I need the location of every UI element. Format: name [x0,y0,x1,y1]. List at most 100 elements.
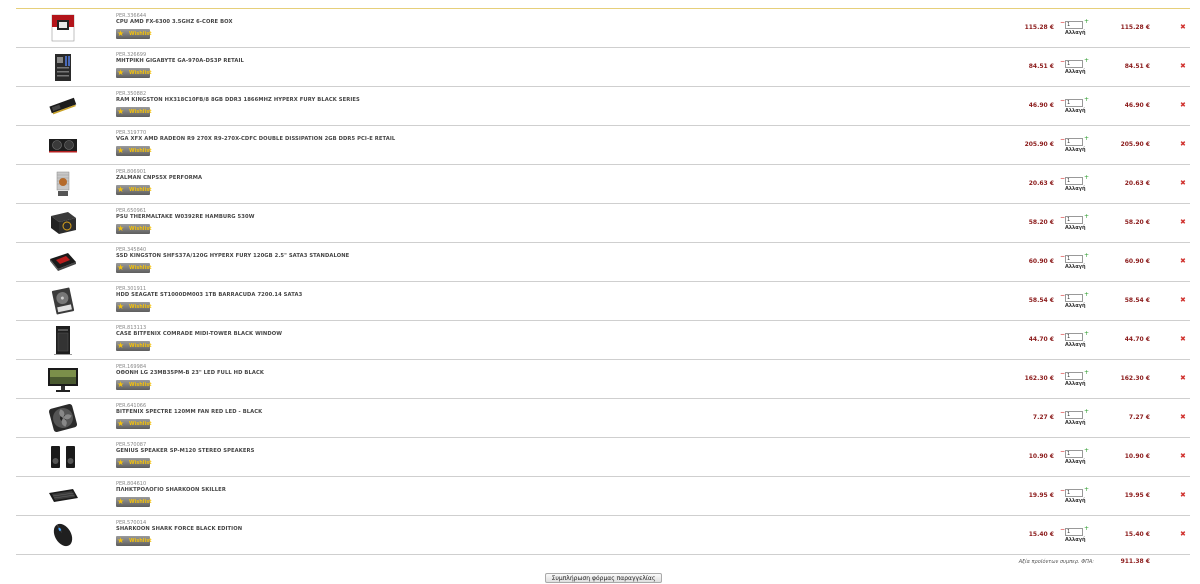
remove-item-icon[interactable]: ✖ [1180,257,1186,265]
increase-quantity-button[interactable]: + [1084,487,1089,493]
quantity-input[interactable]: 1 [1065,216,1083,224]
increase-quantity-button[interactable]: + [1084,409,1089,415]
change-quantity-link[interactable]: Αλλαγή [1065,30,1086,36]
remove-item-icon[interactable]: ✖ [1180,23,1186,31]
quantity-input[interactable]: 1 [1065,450,1083,458]
remove-item-icon[interactable]: ✖ [1180,101,1186,109]
product-name-link[interactable]: ΜΗΤΡΙΚΗ GIGABYTE GA-970A-DS3P RETAIL [116,58,244,64]
wishlist-button[interactable]: ★ Wishlist [116,341,152,351]
change-quantity-link[interactable]: Αλλαγή [1065,147,1086,153]
quantity-input[interactable]: 1 [1065,99,1083,107]
quantity-input[interactable]: 1 [1065,255,1083,263]
change-quantity-link[interactable]: Αλλαγή [1065,108,1086,114]
wishlist-button[interactable]: ★ Wishlist [116,302,152,312]
ssd-icon[interactable] [46,246,80,277]
product-name-link[interactable]: PSU THERMALTAKE W0392RE HAMBURG 530W [116,214,255,220]
wishlist-button[interactable]: ★ Wishlist [116,185,152,195]
wishlist-button[interactable]: ★ Wishlist [116,419,152,429]
quantity-input[interactable]: 1 [1065,333,1083,341]
cpu-cooler-icon[interactable] [46,168,80,199]
graphics-card-icon[interactable] [46,129,80,160]
quantity-input[interactable]: 1 [1065,21,1083,29]
remove-item-icon[interactable]: ✖ [1180,335,1186,343]
remove-item-icon[interactable]: ✖ [1180,374,1186,382]
increase-quantity-button[interactable]: + [1084,97,1089,103]
wishlist-button[interactable]: ★ Wishlist [116,458,152,468]
product-name-link[interactable]: VGA XFX AMD RADEON R9 270X R9-270X-CDFC … [116,136,395,142]
power-supply-icon[interactable] [46,207,80,238]
product-name-link[interactable]: GENIUS SPEAKER SP-M120 STEREO SPEAKERS [116,448,254,454]
remove-item-icon[interactable]: ✖ [1180,62,1186,70]
wishlist-button[interactable]: ★ Wishlist [116,146,152,156]
monitor-icon[interactable] [46,363,80,394]
change-quantity-link[interactable]: Αλλαγή [1065,498,1086,504]
change-quantity-link[interactable]: Αλλαγή [1065,225,1086,231]
keyboard-icon[interactable] [46,480,80,511]
change-quantity-link[interactable]: Αλλαγή [1065,420,1086,426]
star-icon: ★ [117,263,125,272]
product-name-link[interactable]: HDD SEAGATE ST1000DM003 1TB BARRACUDA 72… [116,292,302,298]
product-name-link[interactable]: SSD KINGSTON SHFS37A/120G HYPERX FURY 12… [116,253,349,259]
quantity-input[interactable]: 1 [1065,528,1083,536]
quantity-input[interactable]: 1 [1065,138,1083,146]
change-quantity-link[interactable]: Αλλαγή [1065,381,1086,387]
change-quantity-link[interactable]: Αλλαγή [1065,303,1086,309]
pc-case-icon[interactable] [46,324,80,355]
remove-item-icon[interactable]: ✖ [1180,413,1186,421]
remove-item-icon[interactable]: ✖ [1180,452,1186,460]
increase-quantity-button[interactable]: + [1084,58,1089,64]
remove-item-icon[interactable]: ✖ [1180,491,1186,499]
change-quantity-link[interactable]: Αλλαγή [1065,537,1086,543]
product-name-link[interactable]: ΠΛΗΚΤΡΟΛΟΓΙΟ SHARKOON SKILLER [116,487,226,493]
change-quantity-link[interactable]: Αλλαγή [1065,186,1086,192]
change-quantity-link[interactable]: Αλλαγή [1065,264,1086,270]
change-quantity-link[interactable]: Αλλαγή [1065,459,1086,465]
product-name-link[interactable]: RAM KINGSTON HX318C10FB/8 8GB DDR3 1866M… [116,97,360,103]
product-name-link[interactable]: BITFENIX SPECTRE 120MM FAN RED LED - BLA… [116,409,262,415]
ram-stick-icon[interactable] [46,90,80,121]
increase-quantity-button[interactable]: + [1084,448,1089,454]
increase-quantity-button[interactable]: + [1084,331,1089,337]
increase-quantity-button[interactable]: + [1084,253,1089,259]
wishlist-button[interactable]: ★ Wishlist [116,497,152,507]
wishlist-button[interactable]: ★ Wishlist [116,380,152,390]
quantity-input[interactable]: 1 [1065,60,1083,68]
product-name-link[interactable]: SHARKOON SHARK FORCE BLACK EDITION [116,526,242,532]
wishlist-button[interactable]: ★ Wishlist [116,224,152,234]
change-quantity-link[interactable]: Αλλαγή [1065,69,1086,75]
wishlist-button[interactable]: ★ Wishlist [116,29,152,39]
quantity-input[interactable]: 1 [1065,411,1083,419]
product-name-link[interactable]: CPU AMD FX-6300 3.5GHZ 6-CORE BOX [116,19,233,25]
increase-quantity-button[interactable]: + [1084,214,1089,220]
increase-quantity-button[interactable]: + [1084,19,1089,25]
motherboard-icon[interactable] [46,51,80,82]
increase-quantity-button[interactable]: + [1084,175,1089,181]
wishlist-button[interactable]: ★ Wishlist [116,107,152,117]
speakers-icon[interactable] [46,441,80,472]
cpu-box-icon[interactable] [46,12,80,43]
quantity-input[interactable]: 1 [1065,294,1083,302]
case-fan-icon[interactable] [46,402,80,433]
quantity-input[interactable]: 1 [1065,177,1083,185]
mouse-icon[interactable] [46,519,80,550]
remove-item-icon[interactable]: ✖ [1180,179,1186,187]
wishlist-button[interactable]: ★ Wishlist [116,263,152,273]
product-name-link[interactable]: ZALMAN CNPS5X PERFORMA [116,175,202,181]
remove-item-icon[interactable]: ✖ [1180,296,1186,304]
increase-quantity-button[interactable]: + [1084,370,1089,376]
hard-drive-icon[interactable] [46,285,80,316]
remove-item-icon[interactable]: ✖ [1180,530,1186,538]
product-name-link[interactable]: CASE BITFENIX COMRADE MIDI-TOWER BLACK W… [116,331,282,337]
increase-quantity-button[interactable]: + [1084,136,1089,142]
product-name-link[interactable]: ΟΘΟΝΗ LG 23MB35PM-B 23" LED FULL HD BLAC… [116,370,264,376]
quantity-input[interactable]: 1 [1065,372,1083,380]
change-quantity-link[interactable]: Αλλαγή [1065,342,1086,348]
remove-item-icon[interactable]: ✖ [1180,140,1186,148]
wishlist-button[interactable]: ★ Wishlist [116,536,152,546]
increase-quantity-button[interactable]: + [1084,292,1089,298]
wishlist-button[interactable]: ★ Wishlist [116,68,152,78]
quantity-input[interactable]: 1 [1065,489,1083,497]
remove-item-icon[interactable]: ✖ [1180,218,1186,226]
increase-quantity-button[interactable]: + [1084,526,1089,532]
fill-order-form-button[interactable]: Συμπλήρωση φόρμας παραγγελίας [545,573,662,583]
